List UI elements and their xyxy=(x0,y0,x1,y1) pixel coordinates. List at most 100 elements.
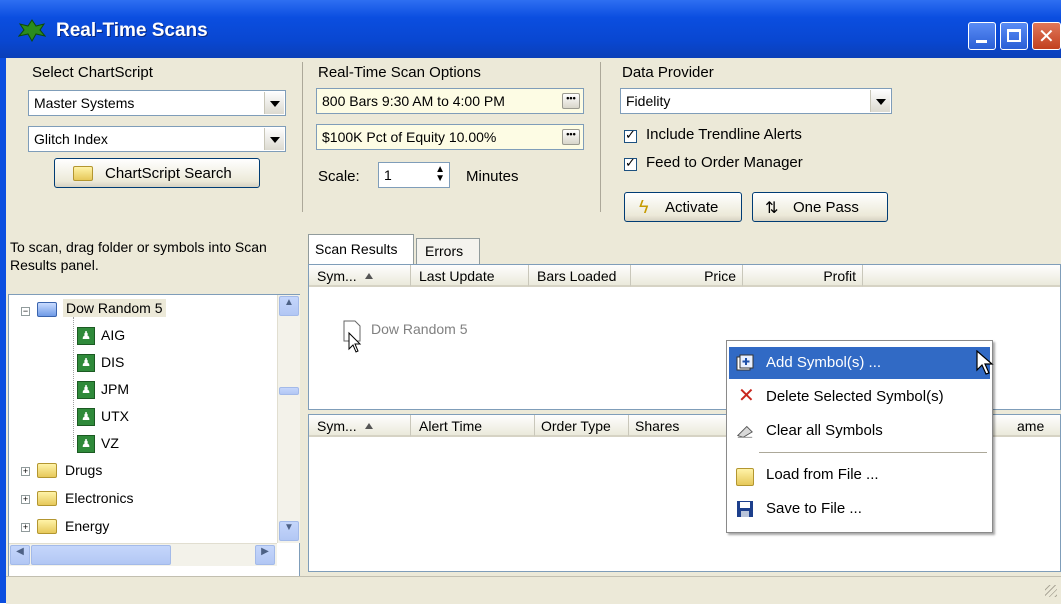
drag-instruction-text: To scan, drag folder or symbols into Sca… xyxy=(10,239,267,273)
menu-item-label: Add Symbol(s) ... xyxy=(766,354,882,371)
resize-grip-icon[interactable] xyxy=(1045,585,1057,597)
include-trendline-checkbox[interactable] xyxy=(624,127,637,143)
tab-scan-results[interactable]: Scan Results xyxy=(308,234,414,264)
col-header-empty xyxy=(863,265,1060,287)
col-header-name[interactable]: ame xyxy=(989,415,1060,437)
symbol-icon: ♟ xyxy=(77,327,95,345)
scale-value: 1 xyxy=(384,167,392,183)
scroll-left-icon[interactable]: ◀ xyxy=(10,545,30,565)
bars-range-field[interactable]: 800 Bars 9:30 AM to 4:00 PM ••• xyxy=(316,88,584,114)
chevron-down-icon[interactable] xyxy=(264,128,284,150)
folder-icon xyxy=(73,166,93,181)
ellipsis-icon[interactable]: ••• xyxy=(562,129,580,145)
tab-errors[interactable]: Errors xyxy=(416,238,480,264)
minimize-button[interactable] xyxy=(968,22,996,50)
instruction-panel: To scan, drag folder or symbols into Sca… xyxy=(6,230,302,290)
scale-stepper[interactable]: 1 ▲ ▼ xyxy=(378,162,450,188)
chartscript-search-label: ChartScript Search xyxy=(105,165,232,182)
menu-item-load-from-file[interactable]: Load from File ... xyxy=(729,459,990,491)
tree-symbol[interactable]: UTX xyxy=(101,408,129,424)
col-header-bars-loaded[interactable]: Bars Loaded xyxy=(529,265,631,287)
section-divider xyxy=(600,62,601,212)
symbol-icon: ♟ xyxy=(77,354,95,372)
col-header-order-type[interactable]: Order Type xyxy=(535,415,629,437)
status-bar xyxy=(6,576,1061,604)
close-button[interactable]: ✕ xyxy=(1032,22,1061,50)
menu-item-delete-selected[interactable]: ✕ Delete Selected Symbol(s) xyxy=(729,381,990,413)
save-disk-icon xyxy=(737,501,753,517)
scroll-right-icon[interactable]: ▶ xyxy=(255,545,275,565)
data-provider-combo[interactable]: Fidelity xyxy=(620,88,892,114)
expand-icon[interactable]: + xyxy=(21,467,30,476)
bars-range-value: 800 Bars 9:30 AM to 4:00 PM xyxy=(322,93,505,109)
activate-label: Activate xyxy=(665,199,719,216)
chartscript-combo-2[interactable]: Glitch Index xyxy=(28,126,286,152)
scan-options-label: Real-Time Scan Options xyxy=(318,64,481,81)
maximize-button[interactable] xyxy=(1000,22,1028,50)
tab-scan-results-label: Scan Results xyxy=(315,241,398,257)
tab-errors-label: Errors xyxy=(425,243,464,259)
position-sizing-value: $100K Pct of Equity 10.00% xyxy=(322,129,497,145)
select-chartscript-label: Select ChartScript xyxy=(32,64,153,81)
folder-icon xyxy=(37,463,57,478)
menu-separator xyxy=(759,452,987,453)
tree-symbol[interactable]: VZ xyxy=(101,435,119,451)
tree-horizontal-scrollbar[interactable]: ◀ ▶ xyxy=(9,543,277,566)
chevron-down-icon[interactable] xyxy=(264,92,284,114)
chevron-down-icon[interactable] xyxy=(870,90,890,112)
tree-symbol[interactable]: JPM xyxy=(101,381,129,397)
title-bar[interactable]: Real-Time Scans ✕ xyxy=(0,0,1061,58)
menu-item-clear-all[interactable]: Clear all Symbols xyxy=(729,415,990,447)
tree-folder-drugs[interactable]: Drugs xyxy=(65,462,102,478)
data-provider-label: Data Provider xyxy=(622,64,714,81)
tree-folder-energy[interactable]: Energy xyxy=(65,518,109,534)
section-divider xyxy=(302,62,303,212)
menu-item-label: Delete Selected Symbol(s) xyxy=(766,388,944,405)
add-symbol-icon xyxy=(736,354,754,371)
scale-label: Scale: xyxy=(318,168,360,185)
mouse-cursor-icon xyxy=(976,350,994,375)
ellipsis-icon[interactable]: ••• xyxy=(562,93,580,109)
symbol-tree[interactable]: − Dow Random 5 ♟ AIG ♟ DIS ♟ JPM ♟ UTX ♟… xyxy=(8,294,300,602)
scrollbar-thumb[interactable] xyxy=(31,545,171,565)
tree-folder-dow-random-5[interactable]: Dow Random 5 xyxy=(63,299,166,317)
sort-ascending-icon xyxy=(364,273,373,279)
scrollbar-thumb[interactable] xyxy=(279,387,299,395)
folder-icon xyxy=(37,491,57,506)
col-header-profit[interactable]: Profit xyxy=(743,265,863,287)
symbol-icon: ♟ xyxy=(77,408,95,426)
col-header-last-update[interactable]: Last Update xyxy=(411,265,529,287)
tree-symbol[interactable]: AIG xyxy=(101,327,125,343)
tree-symbol[interactable]: DIS xyxy=(101,354,124,370)
expand-icon[interactable]: + xyxy=(21,523,30,532)
chartscript-combo-2-value: Glitch Index xyxy=(34,131,108,147)
menu-item-add-symbols[interactable]: Add Symbol(s) ... xyxy=(729,347,990,379)
collapse-icon[interactable]: − xyxy=(21,307,30,316)
scroll-down-icon[interactable]: ▼ xyxy=(279,521,299,541)
open-folder-icon xyxy=(736,468,754,486)
chartscript-search-button[interactable]: ChartScript Search xyxy=(54,158,260,188)
tree-folder-electronics[interactable]: Electronics xyxy=(65,490,133,506)
scroll-up-icon[interactable]: ▲ xyxy=(279,296,299,316)
clear-icon xyxy=(736,425,753,438)
menu-item-label: Load from File ... xyxy=(766,466,879,483)
position-sizing-field[interactable]: $100K Pct of Equity 10.00% ••• xyxy=(316,124,584,150)
tree-vertical-scrollbar[interactable]: ▲ ▼ xyxy=(277,295,300,543)
col-header-price[interactable]: Price xyxy=(631,265,743,287)
col-header-symbol[interactable]: Sym... xyxy=(309,415,411,437)
col-header-symbol[interactable]: Sym... xyxy=(309,265,411,287)
maximize-icon xyxy=(1007,29,1021,42)
expand-icon[interactable]: + xyxy=(21,495,30,504)
one-pass-icon: ⇅ xyxy=(765,200,779,217)
menu-item-save-to-file[interactable]: Save to File ... xyxy=(729,493,990,525)
one-pass-button[interactable]: ⇅ One Pass xyxy=(752,192,888,222)
lightning-icon: ϟ xyxy=(639,197,649,217)
close-icon: ✕ xyxy=(1038,26,1055,48)
delete-icon: ✕ xyxy=(738,385,755,407)
chartscript-combo-1[interactable]: Master Systems xyxy=(28,90,286,116)
col-header-alert-time[interactable]: Alert Time xyxy=(411,415,535,437)
data-provider-value: Fidelity xyxy=(626,93,671,109)
feed-order-checkbox[interactable] xyxy=(624,155,637,171)
spinner-icon[interactable]: ▲ ▼ xyxy=(435,165,445,184)
activate-button[interactable]: ϟ Activate xyxy=(624,192,742,222)
